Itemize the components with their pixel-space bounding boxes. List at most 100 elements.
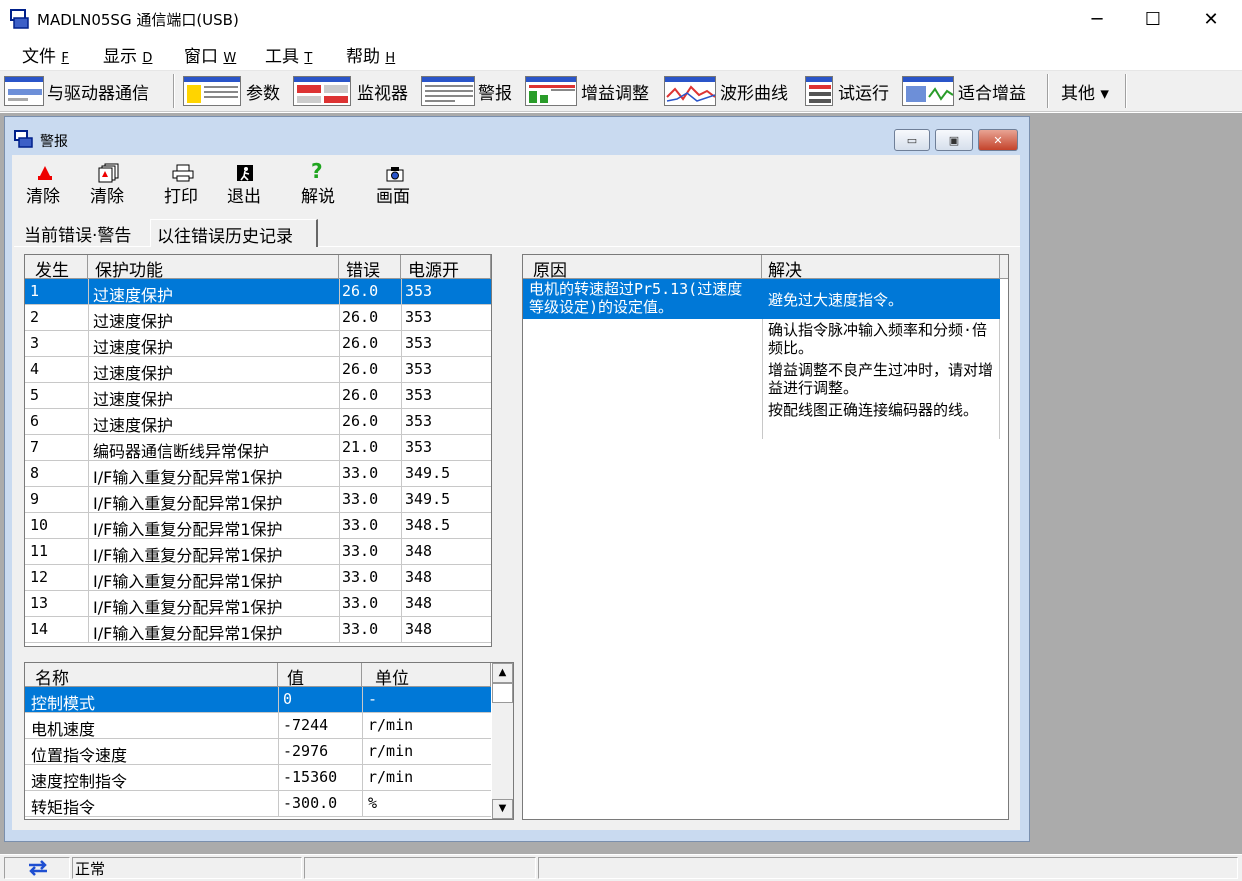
monitor-button[interactable]: 监视器	[357, 79, 408, 104]
trial-run-button[interactable]: 试运行	[838, 79, 889, 104]
col-value[interactable]: 值	[287, 664, 304, 689]
monitor-icon[interactable]	[293, 76, 351, 106]
monitor-row[interactable]: 位置指令速度 -2976 r/min	[25, 739, 491, 765]
col-name[interactable]: 名称	[35, 664, 69, 689]
screenshot-button[interactable]: 画面	[374, 162, 416, 208]
history-row[interactable]: 1 过速度保护 26.0 353	[25, 279, 491, 305]
fit-gain-button[interactable]: 适合增益	[958, 79, 1026, 104]
fit-gain-icon[interactable]	[902, 76, 954, 106]
menu-help[interactable]: 帮助 H	[346, 42, 395, 67]
history-row[interactable]: 4 过速度保护 26.0 353	[25, 357, 491, 383]
maximize-button[interactable]: ☐	[1124, 0, 1182, 38]
history-row[interactable]: 12 I/F输入重复分配异常1保护 33.0 348	[25, 565, 491, 591]
history-row[interactable]: 6 过速度保护 26.0 353	[25, 409, 491, 435]
col-cause[interactable]: 原因	[533, 256, 567, 281]
menu-display[interactable]: 显示 D	[103, 42, 152, 67]
error-code-cell: 33.0	[342, 464, 379, 482]
monitor-value-cell: -7244	[283, 716, 329, 734]
drive-comm-button[interactable]: 与驱动器通信	[47, 79, 149, 104]
other-dropdown[interactable]: 其他 ▾	[1061, 79, 1109, 104]
monitor-row[interactable]: 转矩指令 -300.0%	[25, 791, 491, 817]
monitor-header: 名称 值 单位	[25, 663, 491, 689]
tab-error-history[interactable]: 以往错误历史记录	[150, 219, 318, 247]
history-row[interactable]: 10 I/F输入重复分配异常1保护 33.0 348.5	[25, 513, 491, 539]
col-error[interactable]: 错误	[346, 256, 380, 281]
protection-cell: I/F输入重复分配异常1保护	[93, 494, 283, 513]
history-row[interactable]: 8 I/F输入重复分配异常1保护 33.0 349.5	[25, 461, 491, 487]
cell-divider	[401, 565, 402, 591]
protection-cell: 过速度保护	[93, 338, 174, 357]
history-row[interactable]: 3 过速度保护 26.0 353	[25, 331, 491, 357]
alarm-icon[interactable]	[421, 76, 475, 106]
col-solution[interactable]: 解决	[768, 256, 802, 281]
cell-divider	[339, 487, 340, 513]
monitor-scrollbar[interactable]: ▲ ▼	[492, 663, 513, 819]
history-row[interactable]: 14 I/F输入重复分配异常1保护 33.0 348	[25, 617, 491, 643]
monitor-row[interactable]: 速度控制指令 -15360 r/min	[25, 765, 491, 791]
history-row[interactable]: 9 I/F输入重复分配异常1保护 33.0 349.5	[25, 487, 491, 513]
window-title: MADLN05SG 通信端口(USB)	[37, 11, 239, 29]
cell-divider	[278, 687, 279, 713]
monitor-unit-cell: %	[368, 794, 378, 812]
cell-divider	[401, 591, 402, 617]
scroll-down-arrow-icon[interactable]: ▼	[492, 799, 513, 819]
gain-adjust-button[interactable]: 增益调整	[581, 79, 649, 104]
clear-history-button[interactable]: 清除	[88, 162, 130, 208]
history-row[interactable]: 13 I/F输入重复分配异常1保护 33.0 348	[25, 591, 491, 617]
protection-cell: 过速度保护	[93, 416, 174, 435]
close-button[interactable]: ✕	[1182, 0, 1240, 38]
error-code-cell: 26.0	[342, 412, 379, 430]
child-minimize-button[interactable]: ▭	[894, 129, 930, 151]
monitor-row[interactable]: 控制模式 0 -	[25, 687, 491, 713]
monitor-value-cell: -15360	[283, 768, 338, 786]
alarm-bell-icon	[38, 166, 52, 180]
explain-button[interactable]: ? 解说	[299, 159, 341, 208]
status-text: 正常	[72, 857, 302, 879]
cell-divider	[339, 539, 340, 565]
trial-run-icon[interactable]	[805, 76, 833, 106]
monitor-table: 名称 值 单位 控制模式 0 - 电机速度 -7244 r/min 位置指令速度 -2976 r…	[24, 662, 514, 820]
status-connection-pane	[4, 857, 70, 879]
col-unit[interactable]: 单位	[375, 664, 409, 689]
cell-divider	[339, 565, 340, 591]
gain-adjust-icon[interactable]	[525, 76, 577, 106]
occurrence-cell: 1	[30, 282, 40, 300]
cell-divider	[88, 591, 89, 617]
solution-3: 增益调整不良产生过冲时，请对增益进行调整。	[768, 361, 994, 397]
minimize-button[interactable]: ─	[1068, 0, 1126, 38]
drive-comm-icon[interactable]	[4, 76, 44, 106]
col-protection[interactable]: 保护功能	[95, 256, 163, 281]
clear-current-button[interactable]: 清除	[24, 162, 66, 208]
scroll-thumb[interactable]	[492, 683, 513, 703]
print-button[interactable]: 打印	[162, 162, 204, 208]
protection-cell: 过速度保护	[93, 364, 174, 383]
monitor-row[interactable]: 电机速度 -7244 r/min	[25, 713, 491, 739]
transfer-arrows-icon	[29, 860, 47, 876]
waveform-icon[interactable]	[664, 76, 716, 106]
parameters-button[interactable]: 参数	[246, 79, 280, 104]
child-maximize-button[interactable]: ▣	[935, 129, 973, 151]
clear-history-icon	[98, 163, 119, 183]
menu-window[interactable]: 窗口 W	[184, 42, 236, 67]
tab-current-errors[interactable]: 当前错误·警告	[18, 219, 148, 247]
history-row[interactable]: 2 过速度保护 26.0 353	[25, 305, 491, 331]
alarm-button[interactable]: 警报	[478, 79, 512, 104]
menu-tools[interactable]: 工具 T	[265, 42, 312, 67]
col-power-on[interactable]: 电源开	[408, 256, 459, 281]
power-on-cell: 353	[405, 412, 433, 430]
cell-divider	[401, 383, 402, 409]
col-occurrence[interactable]: 发生	[35, 256, 69, 281]
history-row[interactable]: 5 过速度保护 26.0 353	[25, 383, 491, 409]
cell-divider	[88, 539, 89, 565]
cell-divider	[401, 617, 402, 643]
history-row[interactable]: 11 I/F输入重复分配异常1保护 33.0 348	[25, 539, 491, 565]
waveform-button[interactable]: 波形曲线	[720, 79, 788, 104]
menu-file[interactable]: 文件 F	[22, 42, 69, 67]
scroll-up-arrow-icon[interactable]: ▲	[492, 663, 513, 683]
parameters-icon[interactable]	[183, 76, 241, 106]
error-code-cell: 33.0	[342, 516, 379, 534]
child-close-button[interactable]: ✕	[978, 129, 1018, 151]
history-row[interactable]: 7 编码器通信断线异常保护 21.0 353	[25, 435, 491, 461]
exit-button[interactable]: 退出	[225, 162, 267, 208]
protection-cell: I/F输入重复分配异常1保护	[93, 572, 283, 591]
